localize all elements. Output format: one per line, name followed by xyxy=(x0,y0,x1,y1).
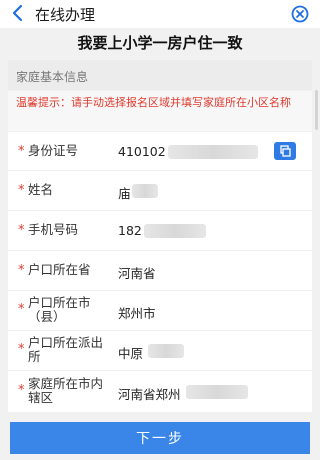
copy-icon[interactable] xyxy=(274,142,296,160)
field-police-station[interactable]: * 户口所在派出所 中原 xyxy=(8,330,312,371)
masked-value xyxy=(186,385,248,399)
section-header: 家庭基本信息 xyxy=(8,60,312,90)
close-icon[interactable] xyxy=(290,4,310,24)
notice-box: 温馨提示：请手动选择报名区域并填写家庭所在小区名称 xyxy=(8,91,312,131)
required-mark: * xyxy=(18,383,25,398)
field-label: 手机号码 xyxy=(28,222,79,237)
masked-value xyxy=(144,224,206,238)
masked-value xyxy=(168,145,258,159)
field-label: 户口所在市（县） xyxy=(28,295,91,324)
field-name[interactable]: * 姓名 庙 xyxy=(8,170,312,211)
field-id-number[interactable]: * 身份证号 410102 xyxy=(8,132,312,171)
field-value[interactable]: 庙 xyxy=(118,183,131,202)
field-value[interactable]: 河南省 xyxy=(118,263,156,282)
scrollbar[interactable] xyxy=(315,90,318,130)
field-value[interactable]: 410102 xyxy=(118,144,166,159)
next-button[interactable]: 下一步 xyxy=(10,422,310,454)
required-mark: * xyxy=(18,223,25,238)
field-city[interactable]: * 户口所在市（县） 郑州市 xyxy=(8,290,312,331)
field-label: 户口所在省 xyxy=(28,262,91,277)
back-arrow-icon[interactable] xyxy=(8,3,28,23)
masked-value xyxy=(148,344,184,358)
field-label: 户口所在派出所 xyxy=(28,335,104,364)
masked-value xyxy=(132,184,158,198)
field-value[interactable]: 中原 xyxy=(118,343,143,362)
field-label: 姓名 xyxy=(28,182,54,197)
info-form: * 身份证号 410102 * 姓名 庙 * 手机号码 182 * 户口所在省 … xyxy=(8,132,312,412)
field-label: 身份证号 xyxy=(28,143,79,158)
required-mark: * xyxy=(18,183,25,198)
field-district[interactable]: * 家庭所在市内辖区 河南省郑州 xyxy=(8,370,312,412)
app-title: 在线办理 xyxy=(35,6,96,24)
field-value[interactable]: 182 xyxy=(118,223,142,238)
required-mark: * xyxy=(18,144,25,159)
page-title: 我要上小学一房户住一致 xyxy=(77,34,243,52)
top-bar: 在线办理 xyxy=(0,0,320,28)
required-mark: * xyxy=(18,263,25,278)
section-title: 家庭基本信息 xyxy=(16,70,89,84)
field-province[interactable]: * 户口所在省 河南省 xyxy=(8,250,312,291)
field-phone[interactable]: * 手机号码 182 xyxy=(8,210,312,251)
field-label: 家庭所在市内辖区 xyxy=(28,376,104,405)
required-mark: * xyxy=(18,342,25,357)
field-value[interactable]: 郑州市 xyxy=(118,303,156,322)
field-value[interactable]: 河南省郑州 xyxy=(118,384,181,403)
required-mark: * xyxy=(18,302,25,317)
notice-text: 温馨提示：请手动选择报名区域并填写家庭所在小区名称 xyxy=(16,96,291,109)
